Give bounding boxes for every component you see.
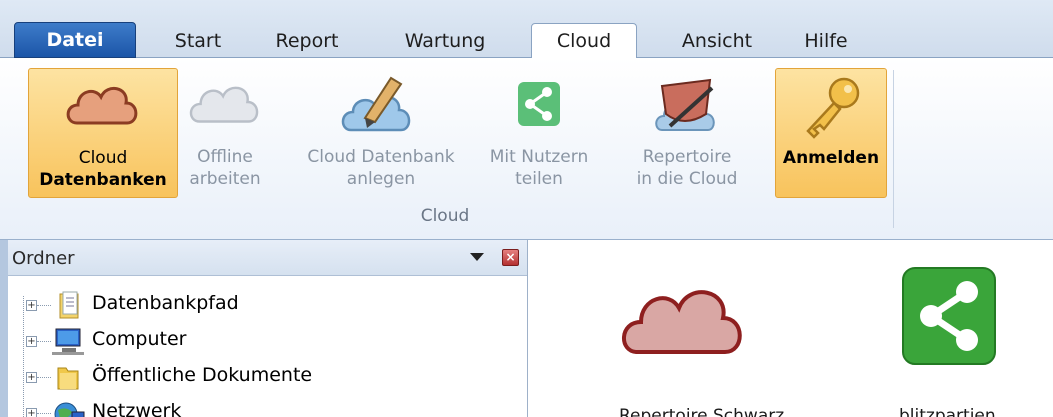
button-label-line1: Cloud bbox=[78, 148, 128, 168]
pane-header: Ordner × bbox=[8, 240, 527, 276]
tree-item-label: Datenbankpfad bbox=[92, 292, 239, 314]
button-label-line1: Offline bbox=[197, 147, 253, 167]
database-label: Repertoire Schwarz bbox=[619, 406, 785, 417]
expand-icon[interactable]: + bbox=[26, 336, 37, 347]
database-item-repertoire-schwarz[interactable]: Repertoire Schwarz bbox=[569, 260, 789, 417]
tree-item-public-documents[interactable]: + Öffentliche Dokumente bbox=[8, 360, 508, 394]
tab-start[interactable]: Start bbox=[158, 24, 238, 58]
button-label-line1: Mit Nutzern bbox=[489, 147, 589, 167]
key-icon bbox=[806, 77, 860, 139]
tab-wartung[interactable]: Wartung bbox=[385, 24, 505, 58]
tree-item-network[interactable]: + Netzwerk bbox=[8, 396, 508, 417]
tab-report[interactable]: Report bbox=[262, 24, 352, 58]
share-icon bbox=[518, 82, 560, 126]
share-icon bbox=[902, 267, 996, 365]
cloud-icon bbox=[189, 86, 259, 123]
expand-icon[interactable]: + bbox=[26, 408, 37, 417]
button-label-line1: Anmelden bbox=[782, 148, 880, 168]
pane-title: Ordner bbox=[12, 248, 75, 269]
tab-ansicht[interactable]: Ansicht bbox=[662, 24, 772, 58]
cloud-pencil-icon bbox=[341, 76, 411, 132]
expand-icon[interactable]: + bbox=[26, 372, 37, 383]
ribbon-panel: Cloud Datenbanken Offline arbeiten Cloud… bbox=[0, 58, 1053, 240]
tree-item-label: Netzwerk bbox=[92, 400, 182, 417]
tab-datei[interactable]: Datei bbox=[14, 22, 136, 58]
button-label-line1: Repertoire bbox=[642, 147, 732, 167]
folder-pane: Ordner × + Datenbankpfad + Computer + Öf… bbox=[8, 240, 528, 417]
expand-icon[interactable]: + bbox=[26, 300, 37, 311]
cloud-icon bbox=[622, 290, 742, 354]
tab-hilfe[interactable]: Hilfe bbox=[786, 24, 866, 58]
ribbon-tab-bar: Datei Start Report Wartung Cloud Ansicht… bbox=[0, 0, 1053, 58]
create-cloud-database-button[interactable]: Cloud Datenbank anlegen bbox=[288, 68, 474, 198]
dropdown-arrow-icon[interactable] bbox=[470, 253, 484, 261]
tree-item-label: Öffentliche Dokumente bbox=[92, 364, 313, 386]
repertoire-icon bbox=[655, 78, 715, 131]
tree-item-computer[interactable]: + Computer bbox=[8, 324, 508, 358]
network-icon bbox=[54, 402, 85, 417]
cloud-icon bbox=[66, 87, 138, 125]
button-label-line2: arbeiten bbox=[189, 169, 261, 189]
login-button[interactable]: Anmelden bbox=[775, 68, 887, 198]
pane-edge bbox=[0, 240, 8, 417]
tree-item-datenbankpfad[interactable]: + Datenbankpfad bbox=[8, 288, 508, 322]
folder-icon bbox=[57, 367, 79, 390]
tab-cloud[interactable]: Cloud bbox=[531, 23, 637, 58]
computer-icon bbox=[52, 328, 84, 355]
ribbon-group-label: Cloud bbox=[420, 206, 470, 226]
database-view: Repertoire Schwarz blitzpartien bbox=[529, 240, 1053, 417]
button-label-line1: Cloud Datenbank bbox=[307, 147, 455, 167]
button-label-line2: Datenbanken bbox=[39, 170, 167, 190]
button-label-line2: teilen bbox=[515, 169, 563, 189]
cloud-databases-button[interactable]: Cloud Datenbanken bbox=[28, 68, 178, 198]
database-item-blitzpartien[interactable]: blitzpartien bbox=[859, 260, 1039, 417]
button-label-line2: in die Cloud bbox=[636, 169, 738, 189]
tree-item-label: Computer bbox=[92, 328, 187, 350]
repertoire-to-cloud-button[interactable]: Repertoire in die Cloud bbox=[612, 68, 762, 198]
close-icon[interactable]: × bbox=[502, 249, 519, 266]
group-separator bbox=[893, 70, 894, 228]
database-label: blitzpartien bbox=[899, 406, 996, 417]
folder-doc-icon bbox=[59, 291, 79, 319]
offline-work-button[interactable]: Offline arbeiten bbox=[180, 68, 270, 198]
button-label-line2: anlegen bbox=[346, 169, 416, 189]
share-with-users-button[interactable]: Mit Nutzern teilen bbox=[476, 68, 602, 198]
